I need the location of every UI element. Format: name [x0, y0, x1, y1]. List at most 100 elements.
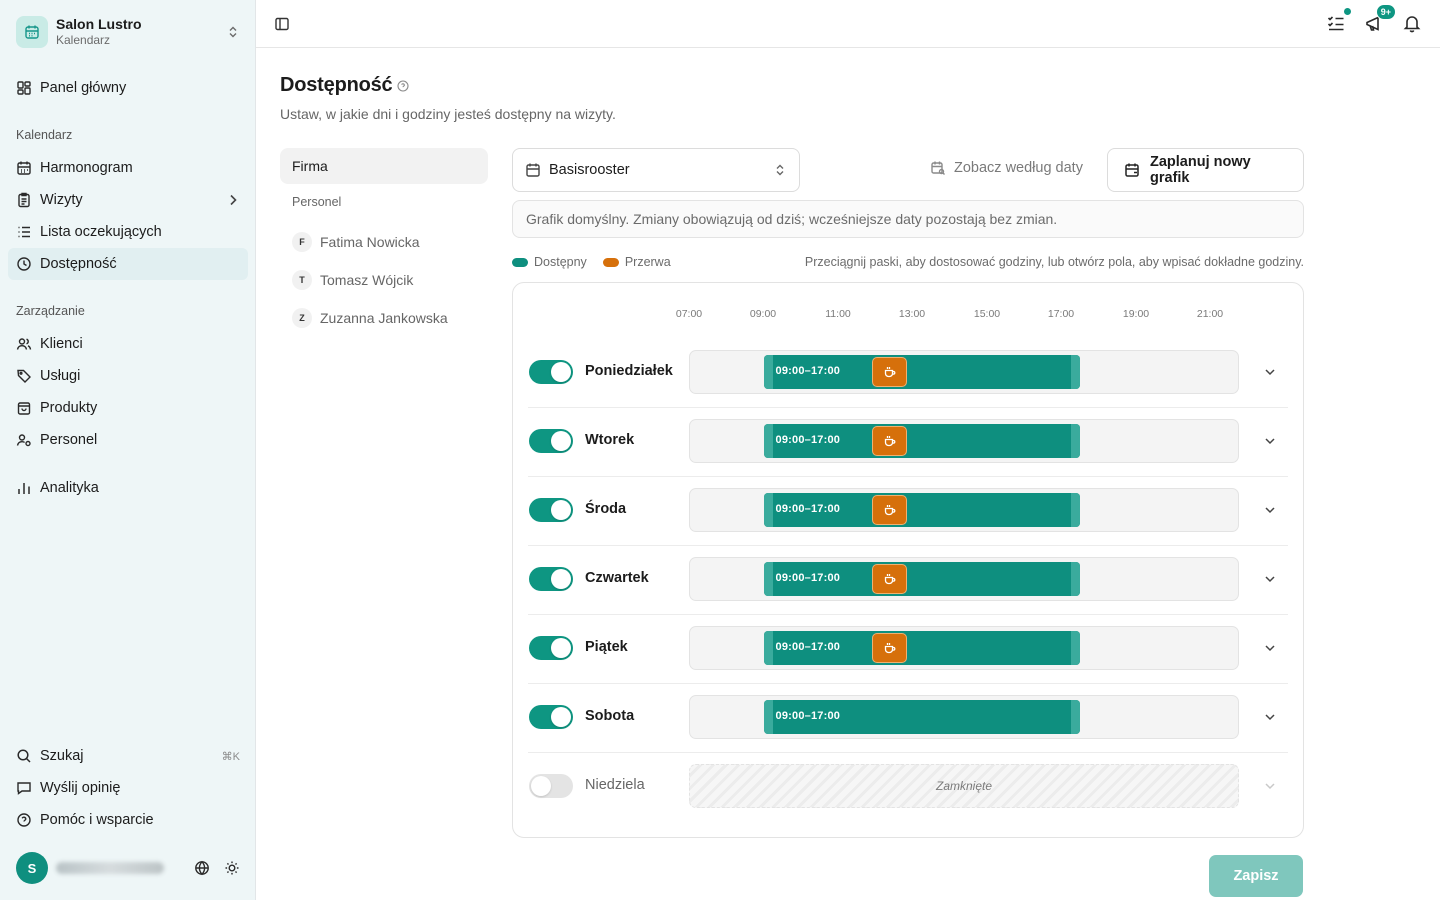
availability-bar[interactable]: 09:00–17:00	[763, 493, 1080, 527]
day-toggle[interactable]	[529, 360, 573, 384]
break-block[interactable]	[872, 426, 908, 456]
sidebar-item-label: Analityka	[40, 480, 99, 496]
day-name: Czwartek	[585, 570, 649, 586]
help-circle-icon[interactable]	[397, 80, 409, 92]
list-icon	[16, 224, 32, 240]
staff-item[interactable]: F Fatima Nowicka	[280, 224, 488, 260]
users-icon	[16, 336, 32, 352]
sidebar-item-availability[interactable]: Dostępność	[8, 248, 248, 280]
sidebar-item-search[interactable]: Szukaj ⌘K	[8, 740, 248, 772]
bar-start-handle[interactable]	[763, 355, 773, 389]
user-menu[interactable]: S	[16, 852, 248, 884]
staff-item[interactable]: T Tomasz Wójcik	[280, 262, 488, 298]
day-toggle[interactable]	[529, 429, 573, 453]
bar-time-label: 09:00–17:00	[775, 365, 841, 377]
availability-bar[interactable]: 09:00–17:00	[763, 562, 1080, 596]
day-track: 09:00–17:00	[689, 626, 1239, 670]
sidebar-item-appointments[interactable]: Wizyty	[8, 184, 248, 216]
staff-item[interactable]: Z Zuzanna Jankowska	[280, 300, 488, 336]
tick-label: 19:00	[1122, 308, 1150, 320]
bar-end-handle[interactable]	[1070, 700, 1080, 734]
coffee-icon	[883, 503, 897, 517]
bar-start-handle[interactable]	[763, 493, 773, 527]
day-row: Sobota 09:00–17:00	[528, 684, 1288, 753]
avatar[interactable]: S	[16, 852, 48, 884]
entity-firma[interactable]: Firma	[280, 148, 488, 184]
sidebar: Salon Lustro Kalendarz Panel główny Kale…	[0, 0, 256, 900]
notifications-button[interactable]	[1402, 12, 1422, 34]
break-block[interactable]	[872, 357, 908, 387]
schedule-select[interactable]: Basisrooster	[512, 148, 800, 192]
bar-time-label: 09:00–17:00	[775, 641, 841, 653]
day-track: 09:00–17:00	[689, 419, 1239, 463]
org-switcher[interactable]: Salon Lustro Kalendarz	[8, 8, 248, 56]
tick-label: 07:00	[675, 308, 703, 320]
sidebar-item-label: Panel główny	[40, 80, 127, 96]
break-block[interactable]	[872, 564, 908, 594]
break-block[interactable]	[872, 633, 908, 663]
globe-icon[interactable]	[194, 860, 210, 876]
chevron-up-down-icon	[773, 163, 787, 177]
toggle-knob	[551, 707, 571, 727]
day-toggle[interactable]	[529, 498, 573, 522]
availability-bar[interactable]: 09:00–17:00	[763, 424, 1080, 458]
tick-label: 11:00	[825, 308, 851, 320]
bar-end-handle[interactable]	[1070, 424, 1080, 458]
sidebar-item-dashboard[interactable]: Panel główny	[8, 72, 248, 104]
break-block[interactable]	[872, 495, 908, 525]
chevron-down-icon[interactable]	[1263, 365, 1277, 379]
announcements-button[interactable]: 9+	[1364, 4, 1396, 34]
sidebar-item-help[interactable]: Pomóc i wsparcie	[8, 804, 248, 836]
bar-end-handle[interactable]	[1070, 631, 1080, 665]
day-row: Piątek 09:00–17:00	[528, 615, 1288, 684]
day-toggle[interactable]	[529, 774, 573, 798]
sidebar-item-services[interactable]: Usługi	[8, 360, 248, 392]
availability-bar[interactable]: 09:00–17:00	[763, 700, 1080, 734]
availability-bar[interactable]: 09:00–17:00	[763, 355, 1080, 389]
bar-start-handle[interactable]	[763, 562, 773, 596]
tasks-button[interactable]	[1326, 7, 1352, 34]
bar-end-handle[interactable]	[1070, 493, 1080, 527]
day-toggle[interactable]	[529, 705, 573, 729]
avatar: T	[292, 270, 312, 290]
day-toggle[interactable]	[529, 567, 573, 591]
sidebar-item-staff[interactable]: Personel	[8, 424, 248, 456]
chevron-down-icon[interactable]	[1263, 641, 1277, 655]
day-track-closed: Zamknięte	[689, 764, 1239, 808]
chevron-down-icon[interactable]	[1263, 572, 1277, 586]
staff-section-title: Personel	[292, 195, 342, 209]
user-email-redacted	[56, 862, 164, 874]
bar-start-handle[interactable]	[763, 424, 773, 458]
sidebar-toggle-icon[interactable]	[274, 16, 290, 32]
bar-end-handle[interactable]	[1070, 562, 1080, 596]
chevron-down-icon[interactable]	[1263, 503, 1277, 517]
bar-start-handle[interactable]	[763, 631, 773, 665]
staff-icon	[16, 432, 32, 448]
sidebar-item-products[interactable]: Produkty	[8, 392, 248, 424]
sidebar-item-schedule[interactable]: Harmonogram	[8, 152, 248, 184]
topbar: 9+	[256, 0, 1440, 48]
sidebar-item-analytics[interactable]: Analityka	[8, 472, 248, 504]
chevron-down-icon[interactable]	[1263, 710, 1277, 724]
chevron-down-icon	[1263, 779, 1277, 793]
sun-icon[interactable]	[224, 860, 240, 876]
plan-schedule-button[interactable]: Zaplanuj nowy grafik	[1107, 148, 1304, 192]
calendar-plus-icon	[1124, 162, 1140, 178]
chevron-down-icon[interactable]	[1263, 434, 1277, 448]
toggle-knob	[551, 431, 571, 451]
view-by-date-button[interactable]: Zobacz według daty	[930, 160, 1083, 176]
day-toggle[interactable]	[529, 636, 573, 660]
sidebar-item-feedback[interactable]: Wyślij opinię	[8, 772, 248, 804]
tick-label: 15:00	[973, 308, 1001, 320]
bar-end-handle[interactable]	[1070, 355, 1080, 389]
bar-start-handle[interactable]	[763, 700, 773, 734]
save-button[interactable]: Zapisz	[1209, 855, 1303, 897]
view-by-date-label: Zobacz według daty	[954, 160, 1083, 176]
closed-label: Zamknięte	[935, 779, 993, 793]
sidebar-item-waitlist[interactable]: Lista oczekujących	[8, 216, 248, 248]
availability-bar[interactable]: 09:00–17:00	[763, 631, 1080, 665]
calendar-icon	[525, 162, 541, 178]
sidebar-item-label: Usługi	[40, 368, 81, 384]
day-name: Piątek	[585, 639, 628, 655]
sidebar-item-clients[interactable]: Klienci	[8, 328, 248, 360]
